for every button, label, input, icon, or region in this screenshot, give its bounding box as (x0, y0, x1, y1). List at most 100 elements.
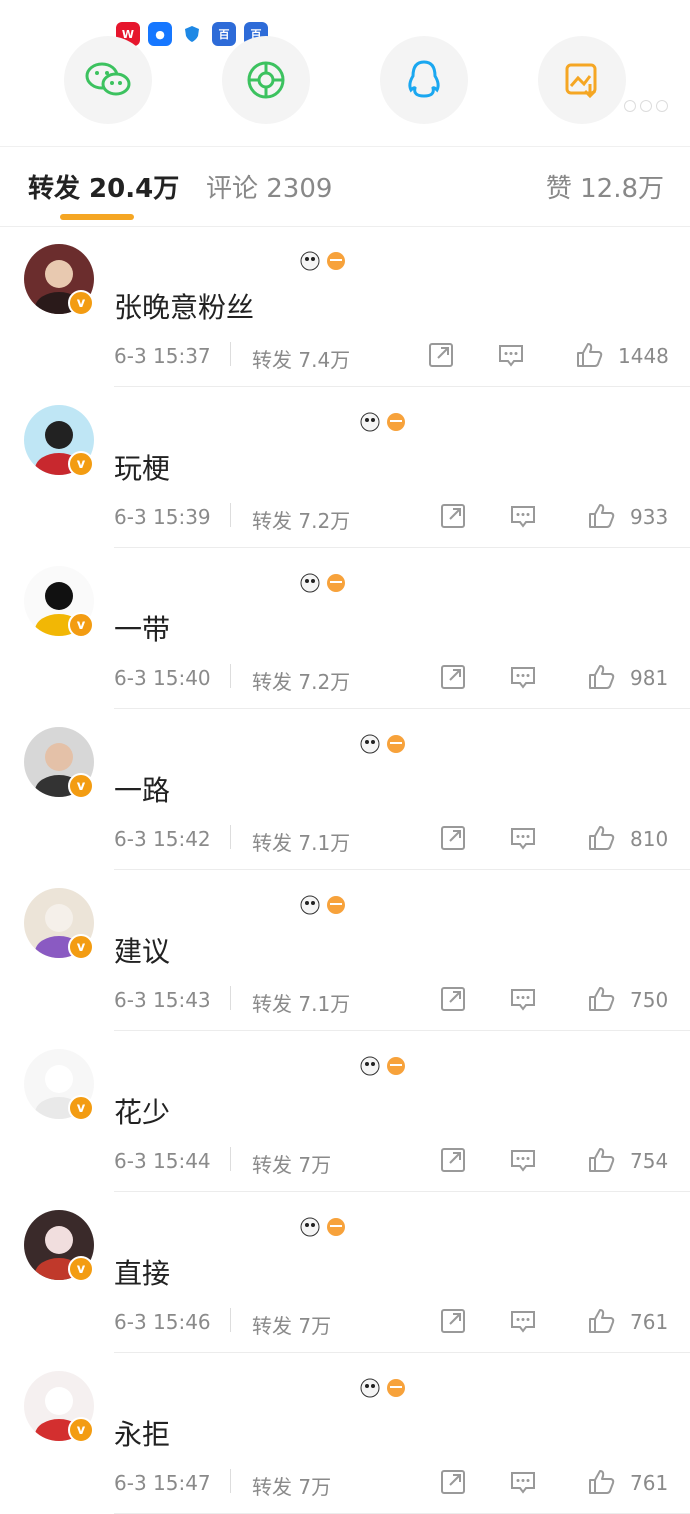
comment-icon (511, 667, 535, 689)
like-button[interactable] (574, 340, 604, 370)
wechat-icon (85, 62, 131, 96)
wechat-share-button[interactable] (64, 36, 152, 124)
divider (230, 986, 231, 1010)
comment-icon (511, 989, 535, 1011)
repost-count: 转发 7万 (252, 1314, 332, 1338)
thumbs-up-icon (589, 1148, 615, 1172)
list-item[interactable]: v 一路 6-3 15:42 转发 7.1万 810 (0, 709, 690, 870)
decorative-emoji-icon (300, 250, 360, 272)
qq-icon (408, 60, 440, 98)
repost-count: 转发 7.2万 (252, 670, 351, 694)
share-button[interactable] (438, 1145, 468, 1175)
qq-share-button[interactable] (380, 36, 468, 124)
list-item[interactable]: v 玩梗 6-3 15:39 转发 7.2万 933 (0, 387, 690, 548)
decorative-emoji-icon (360, 1055, 420, 1077)
username[interactable]: 永拒 (114, 1413, 170, 1453)
thumbs-up-icon (589, 1470, 615, 1494)
shield-icon (180, 22, 204, 46)
more-dots-icon[interactable] (624, 100, 668, 112)
comment-icon (499, 345, 523, 367)
comment-button[interactable] (508, 501, 538, 531)
like-button[interactable] (586, 984, 616, 1014)
moments-share-button[interactable] (222, 36, 310, 124)
like-button[interactable] (586, 662, 616, 692)
repost-count: 转发 7.1万 (252, 992, 351, 1016)
dot-icon (624, 100, 636, 112)
verified-badge-icon: v (68, 612, 94, 638)
comment-button[interactable] (508, 1467, 538, 1497)
share-icon (429, 343, 453, 367)
share-button[interactable] (438, 501, 468, 531)
share-icon (441, 1309, 465, 1333)
repost-list: v 张晚意粉丝 6-3 15:37 转发 7.4万 1448 v 玩梗 6-3 … (0, 226, 690, 1514)
post-time: 6-3 15:37 (114, 344, 211, 368)
like-button[interactable] (586, 1467, 616, 1497)
username[interactable]: 花少 (114, 1091, 170, 1131)
share-button[interactable] (438, 823, 468, 853)
username[interactable]: 建议 (114, 930, 170, 970)
post-time: 6-3 15:43 (114, 988, 211, 1012)
repost-count: 转发 7.4万 (252, 348, 351, 372)
divider (230, 1147, 231, 1171)
like-count: 810 (630, 827, 669, 851)
share-button[interactable] (438, 1306, 468, 1336)
repost-count: 转发 7.1万 (252, 831, 351, 855)
share-button[interactable] (438, 984, 468, 1014)
repost-count: 转发 7万 (252, 1153, 332, 1177)
baidu-icon: 百 (212, 22, 236, 46)
post-time: 6-3 15:39 (114, 505, 211, 529)
save-image-share-button[interactable] (538, 36, 626, 124)
verified-badge-icon: v (68, 1256, 94, 1282)
tab-likes[interactable]: 赞 12.8万 (546, 168, 664, 205)
thumbs-up-icon (589, 665, 615, 689)
comment-button[interactable] (508, 823, 538, 853)
like-count: 933 (630, 505, 669, 529)
like-button[interactable] (586, 501, 616, 531)
divider (230, 503, 231, 527)
username[interactable]: 直接 (114, 1252, 170, 1292)
repost-count: 转发 7万 (252, 1475, 332, 1499)
list-item[interactable]: v 花少 6-3 15:44 转发 7万 754 (0, 1031, 690, 1192)
thumbs-up-icon (589, 987, 615, 1011)
share-icon (441, 987, 465, 1011)
share-button[interactable] (438, 1467, 468, 1497)
share-icon (441, 1148, 465, 1172)
decorative-emoji-icon (360, 733, 420, 755)
tab-comments[interactable]: 评论 2309 (206, 168, 332, 205)
comment-button[interactable] (508, 662, 538, 692)
list-item[interactable]: v 张晚意粉丝 6-3 15:37 转发 7.4万 1448 (0, 226, 690, 387)
like-count: 1448 (618, 344, 669, 368)
list-item[interactable]: v 一带 6-3 15:40 转发 7.2万 981 (0, 548, 690, 709)
decorative-emoji-icon (360, 1377, 420, 1399)
post-time: 6-3 15:47 (114, 1471, 211, 1495)
post-time: 6-3 15:44 (114, 1149, 211, 1173)
list-item[interactable]: v 永拒 6-3 15:47 转发 7万 761 (0, 1353, 690, 1514)
username[interactable]: 张晚意粉丝 (114, 286, 254, 326)
list-item[interactable]: v 直接 6-3 15:46 转发 7万 761 (0, 1192, 690, 1353)
comment-button[interactable] (508, 1145, 538, 1175)
post-time: 6-3 15:40 (114, 666, 211, 690)
like-button[interactable] (586, 823, 616, 853)
decorative-emoji-icon (300, 572, 360, 594)
comment-button[interactable] (508, 984, 538, 1014)
username[interactable]: 一带 (114, 608, 170, 648)
moments-icon (247, 61, 285, 99)
share-icon (441, 665, 465, 689)
post-time: 6-3 15:46 (114, 1310, 211, 1334)
like-count: 754 (630, 1149, 669, 1173)
username[interactable]: 一路 (114, 769, 170, 809)
username[interactable]: 玩梗 (114, 447, 170, 487)
comment-button[interactable] (508, 1306, 538, 1336)
like-count: 750 (630, 988, 669, 1012)
list-item[interactable]: v 建议 6-3 15:43 转发 7.1万 750 (0, 870, 690, 1031)
like-button[interactable] (586, 1145, 616, 1175)
decorative-emoji-icon (300, 1216, 360, 1238)
tab-reposts[interactable]: 转发 20.4万 (28, 168, 179, 205)
thumbs-up-icon (589, 1309, 615, 1333)
share-button[interactable] (426, 340, 456, 370)
comment-button[interactable] (496, 340, 526, 370)
comment-icon (511, 1150, 535, 1172)
like-button[interactable] (586, 1306, 616, 1336)
comment-icon (511, 506, 535, 528)
share-button[interactable] (438, 662, 468, 692)
